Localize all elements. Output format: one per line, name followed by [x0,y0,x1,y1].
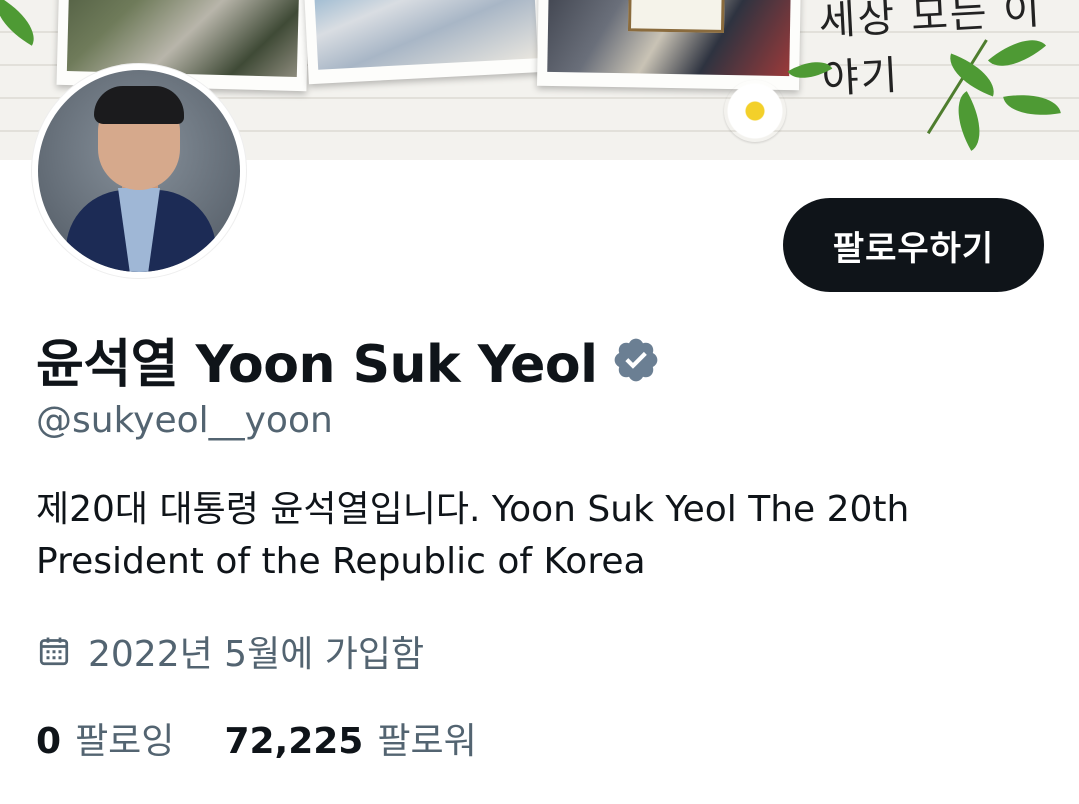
calendar-icon [36,633,72,669]
banner-daisy-icon [724,80,786,142]
profile-handle: @sukyeol__yoon [36,400,333,441]
followers-stat-link[interactable]: 72,225 팔로워 [224,712,476,764]
followers-label: 팔로워 [377,721,477,762]
banner-photo-crowd [303,0,549,85]
verified-badge-icon[interactable] [611,335,661,385]
banner-photo-frame [627,0,725,33]
following-stat-link[interactable]: 0 팔로잉 [36,712,174,764]
profile-joined-date: 2022년 5월에 가입함 [88,634,425,675]
follow-button[interactable]: 팔로우하기 [783,198,1044,292]
banner-leaf-icon [944,91,994,151]
following-label: 팔로잉 [75,721,175,762]
followers-count: 72,225 [224,721,364,762]
profile-joined-row: 2022년 5월에 가입함 [36,625,424,677]
banner-leaf-icon [0,0,45,46]
profile-bio: 제20대 대통령 윤석열입니다. Yoon Suk Yeol The 20th … [36,489,910,582]
banner-photo-event [536,0,802,91]
profile-name-row: 윤석열 Yoon Suk Yeol [36,322,661,397]
profile-page: 세상 모든 이야기 팔로우하기 윤석열 Yoon Suk Yeol @sukye… [0,0,1079,804]
profile-stats: 0 팔로잉 72,225 팔로워 [36,712,477,764]
profile-avatar[interactable] [32,64,246,278]
banner-handwriting: 세상 모든 이야기 [817,0,1044,103]
avatar-photo [38,70,240,272]
profile-display-name: 윤석열 Yoon Suk Yeol [36,335,598,395]
following-count: 0 [36,721,62,762]
